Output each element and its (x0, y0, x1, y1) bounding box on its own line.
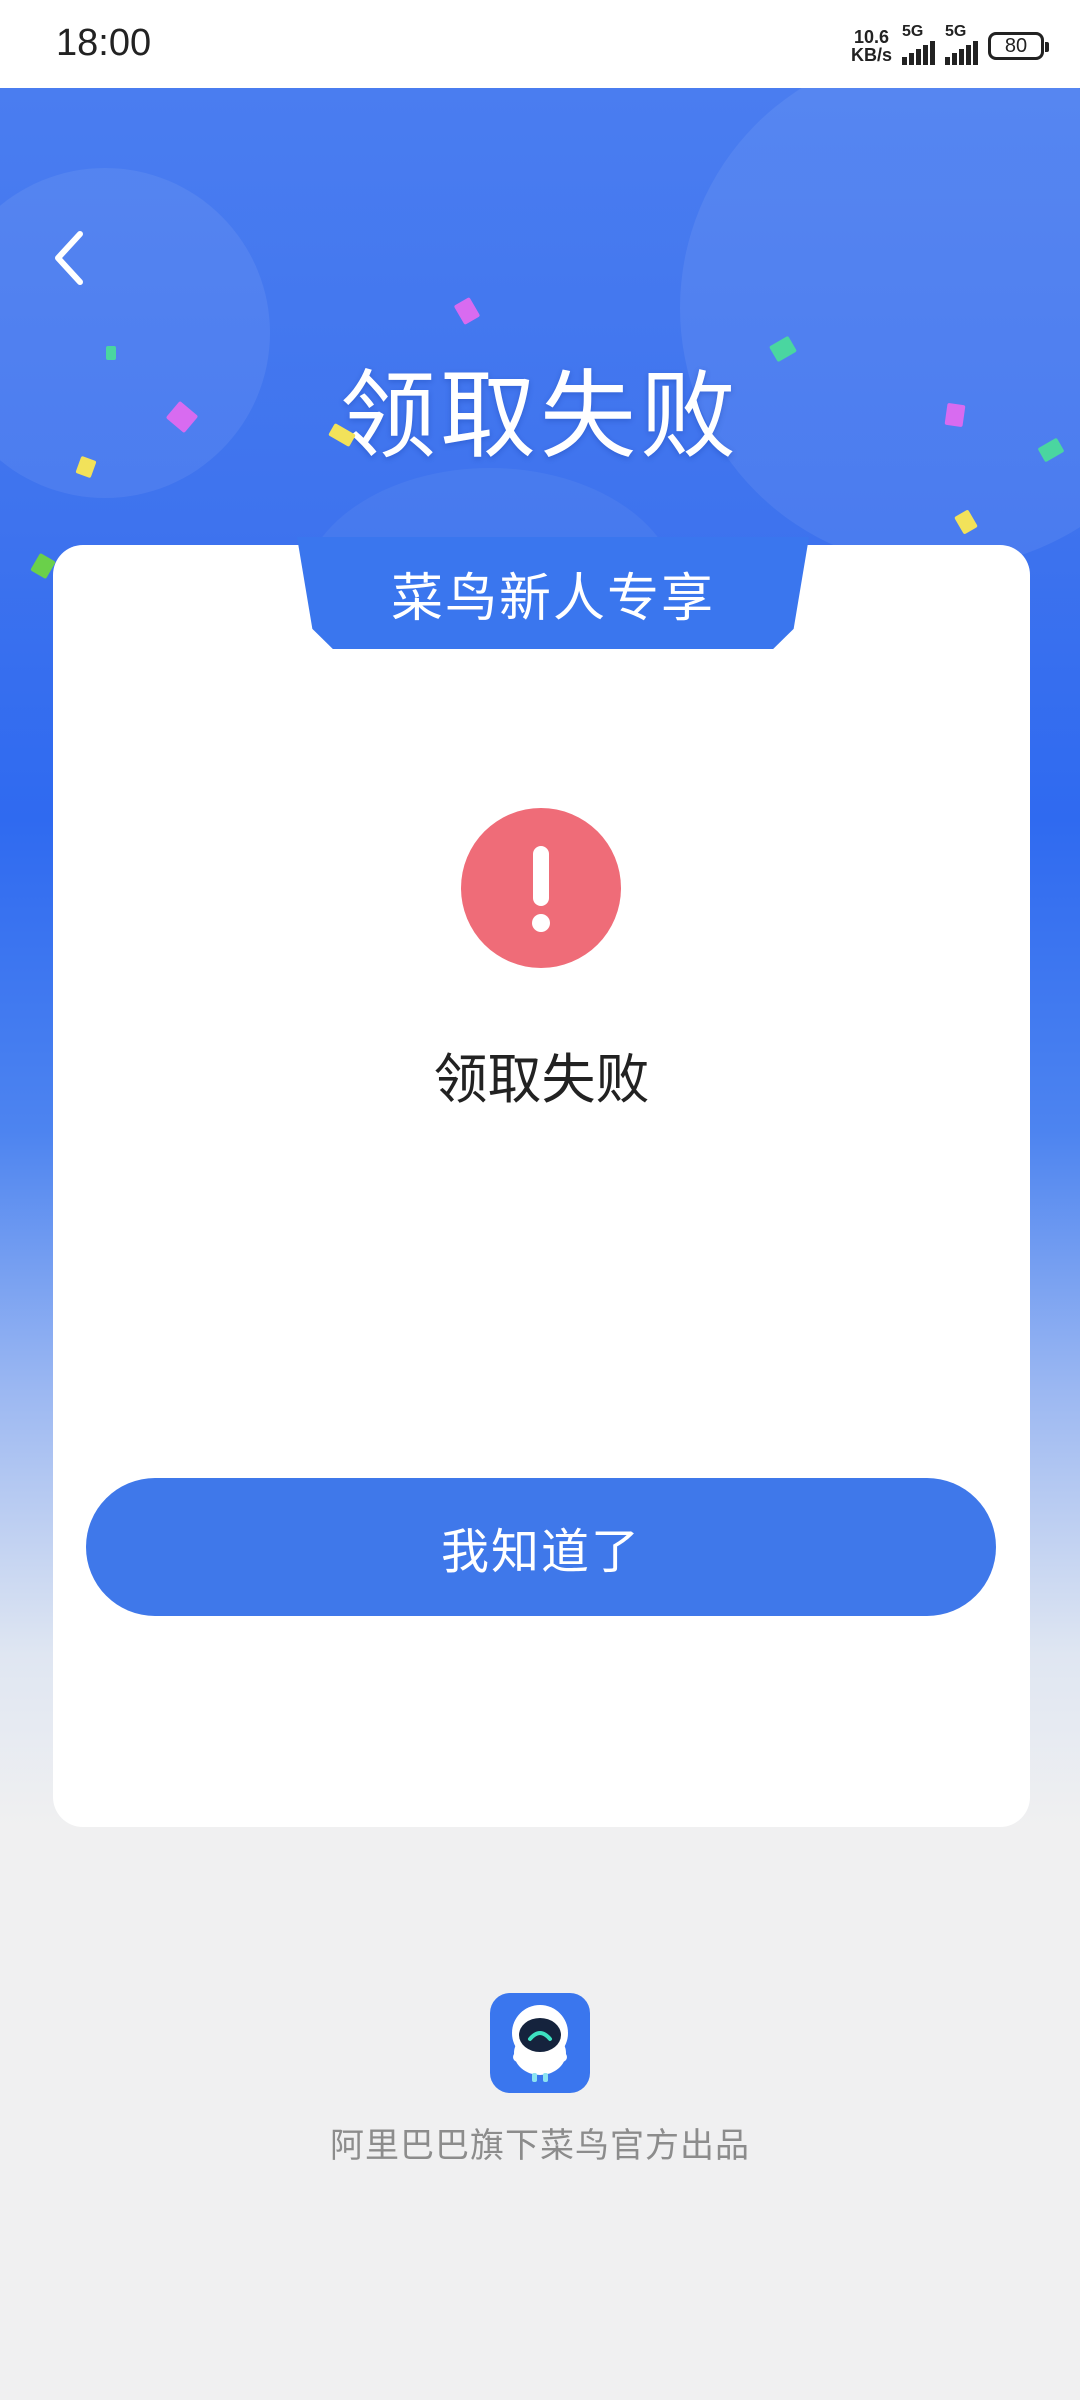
status-bar: 18:00 10.6 KB/s 5G 5G 80 (0, 0, 1080, 88)
status-indicators: 10.6 KB/s 5G 5G 80 (851, 23, 1049, 68)
exclamation-icon (461, 808, 621, 968)
network-speed: 10.6 KB/s (851, 28, 892, 64)
chevron-left-icon (55, 231, 83, 285)
footer-credit: 阿里巴巴旗下菜鸟官方出品 (330, 2126, 750, 2166)
signal-label: 5G (945, 23, 967, 40)
confetti-decoration (30, 552, 56, 580)
battery-icon: 80 (988, 32, 1049, 60)
status-time: 18:00 (56, 22, 152, 64)
signal-icon: 5G (945, 23, 978, 65)
acknowledge-button[interactable]: 我知道了 (86, 1478, 996, 1616)
cainiao-mascot-icon (490, 1993, 590, 2093)
signal-icon: 5G (902, 23, 935, 65)
result-message: 领取失败 (433, 1048, 650, 1111)
page-title: 领取失败 (340, 360, 740, 472)
signal-label: 5G (902, 23, 924, 40)
confetti-decoration (453, 296, 481, 326)
back-button[interactable] (40, 218, 100, 298)
network-speed-value: 10.6 (853, 27, 890, 47)
result-card: 菜鸟新人专享 领取失败 我知道了 (53, 537, 1030, 1827)
network-speed-unit: KB/s (850, 45, 892, 65)
confetti-decoration (106, 346, 116, 360)
battery-level: 80 (1004, 34, 1028, 57)
card-tab-label: 菜鸟新人专享 (297, 537, 809, 649)
confetti-decoration (944, 402, 966, 428)
